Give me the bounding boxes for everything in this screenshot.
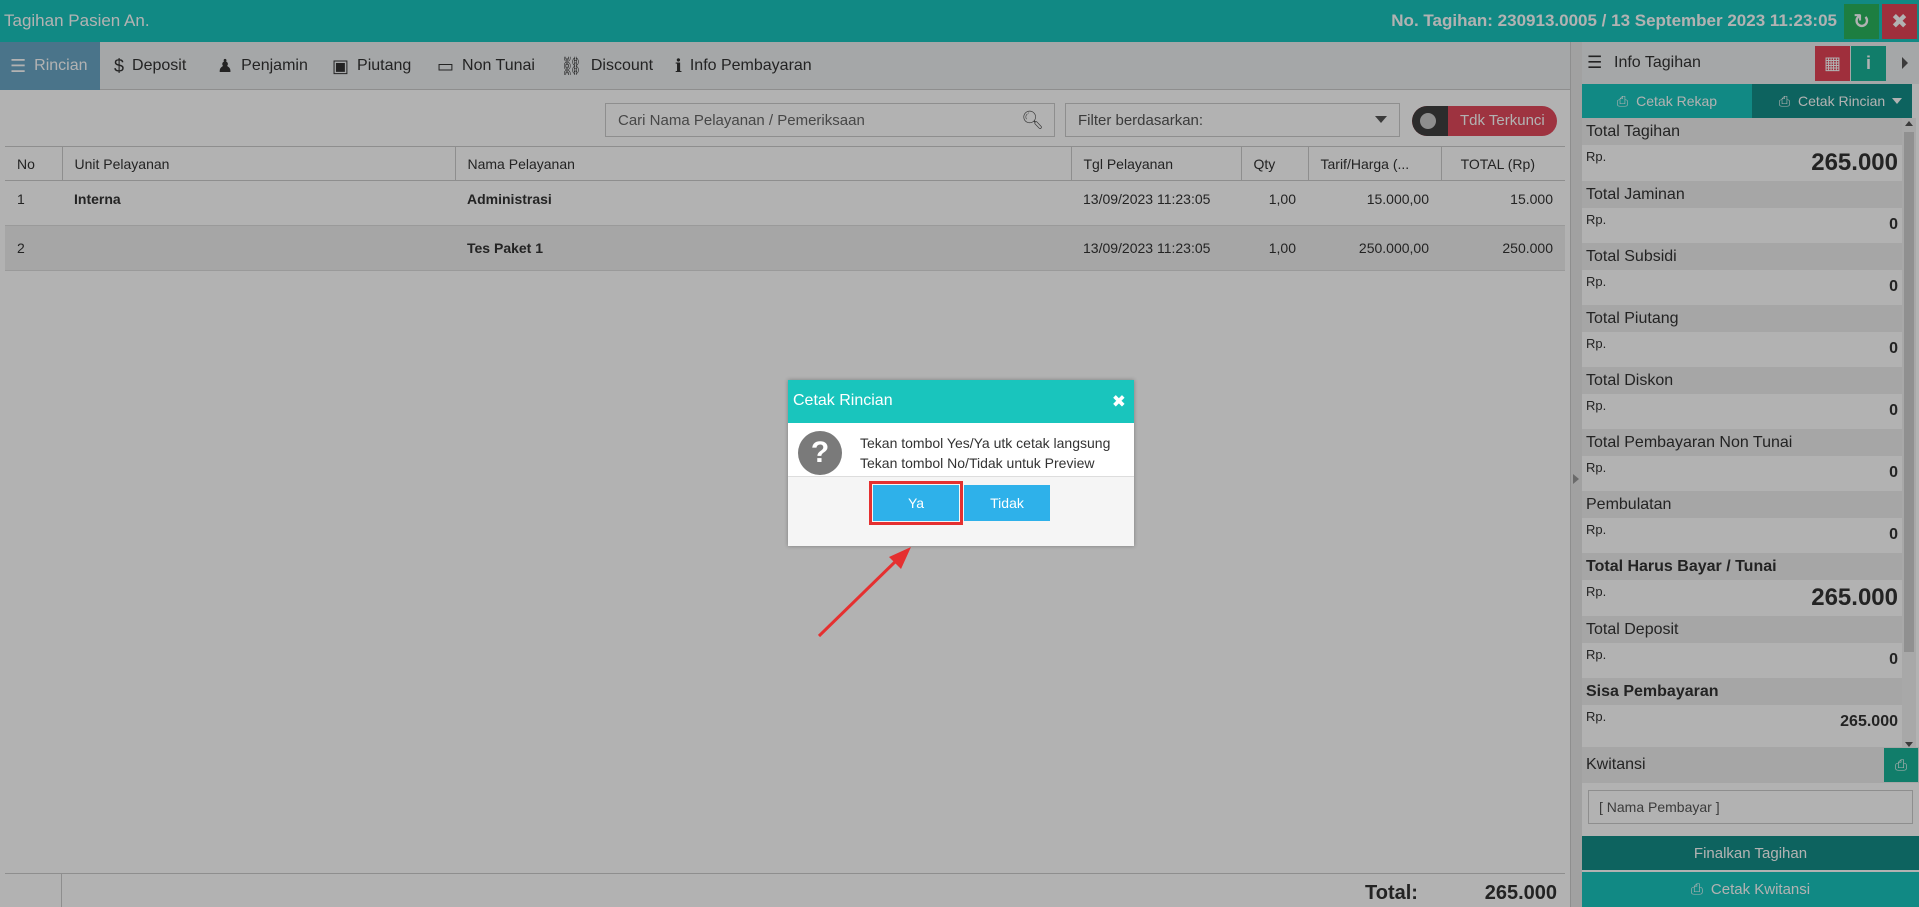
annotation-arrow bbox=[817, 547, 911, 638]
close-icon[interactable]: ✖ bbox=[1112, 392, 1126, 412]
yes-button[interactable]: Ya bbox=[869, 481, 963, 525]
dialog-header: Cetak Rincian ✖ bbox=[788, 380, 1134, 423]
dialog-message-line1: Tekan tombol Yes/Ya utk cetak langsung bbox=[860, 435, 1111, 451]
dialog-footer: Ya Tidak bbox=[788, 477, 1134, 546]
arrow-shaft bbox=[817, 556, 901, 638]
dialog-title: Cetak Rincian bbox=[793, 392, 893, 409]
dialog-message-line2: Tekan tombol No/Tidak untuk Preview bbox=[860, 455, 1095, 471]
dialog-body: ? Tekan tombol Yes/Ya utk cetak langsung… bbox=[788, 423, 1134, 477]
question-icon: ? bbox=[798, 431, 842, 475]
cetak-rincian-dialog: Cetak Rincian ✖ ? Tekan tombol Yes/Ya ut… bbox=[788, 380, 1134, 546]
no-button[interactable]: Tidak bbox=[964, 485, 1050, 521]
